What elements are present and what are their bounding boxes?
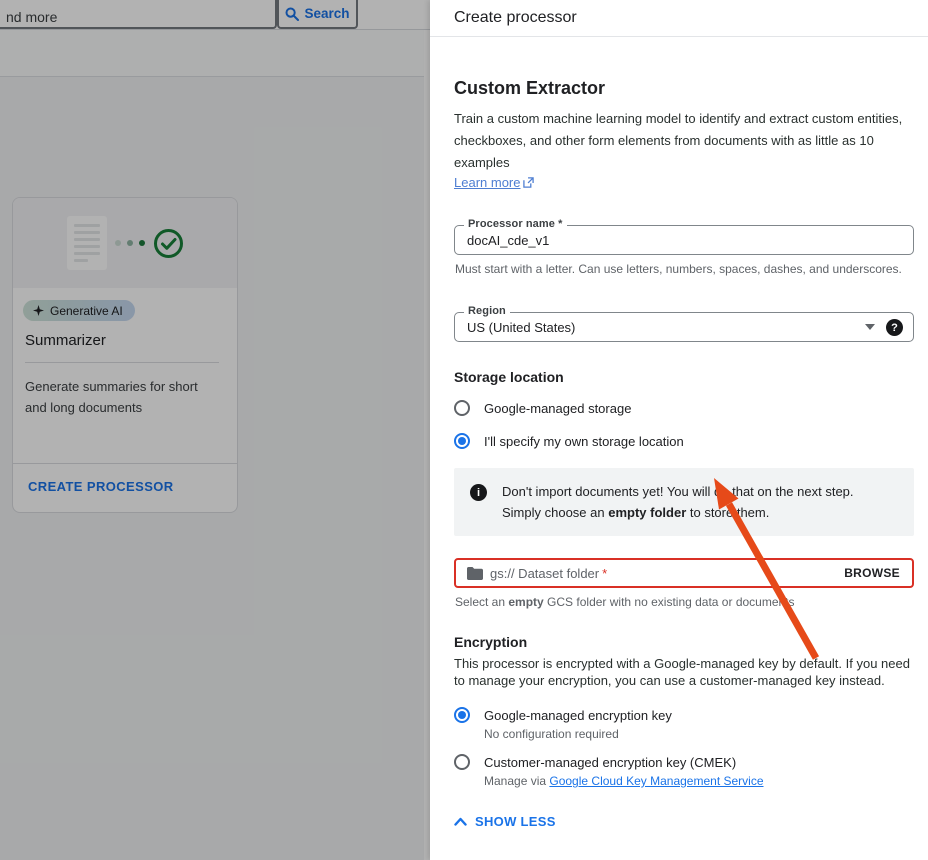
storage-option-own-location[interactable]: I'll specify my own storage location bbox=[454, 431, 914, 451]
encryption-option-label: Customer-managed encryption key (CMEK) bbox=[484, 755, 736, 770]
show-less-toggle[interactable]: SHOW LESS bbox=[454, 814, 556, 829]
storage-option-label: Google-managed storage bbox=[484, 401, 631, 416]
panel-title: Create processor bbox=[430, 0, 928, 37]
learn-more-link[interactable]: Learn more bbox=[454, 175, 534, 190]
storage-location-heading: Storage location bbox=[454, 369, 914, 385]
encryption-description: This processor is encrypted with a Googl… bbox=[454, 655, 914, 689]
kms-link[interactable]: Google Cloud Key Management Service bbox=[549, 774, 763, 788]
dataset-folder-helper: Select an empty GCS folder with no exist… bbox=[455, 595, 914, 609]
create-processor-panel: Create processor Custom Extractor Train … bbox=[430, 0, 928, 860]
encryption-heading: Encryption bbox=[454, 634, 914, 650]
processor-name-helper: Must start with a letter. Can use letter… bbox=[455, 262, 914, 276]
processor-type-heading: Custom Extractor bbox=[454, 78, 914, 99]
chevron-down-icon bbox=[865, 324, 875, 330]
encryption-option-cmek[interactable]: Customer-managed encryption key (CMEK) bbox=[454, 752, 914, 772]
required-asterisk: * bbox=[602, 566, 607, 581]
dataset-folder-placeholder: gs:// Dataset folder bbox=[490, 566, 599, 581]
processor-name-label: Processor name * bbox=[464, 218, 567, 230]
modal-scrim[interactable] bbox=[0, 0, 430, 860]
radio-unselected-icon[interactable] bbox=[454, 400, 470, 416]
region-help-icon[interactable]: ? bbox=[886, 319, 903, 336]
processor-name-field[interactable]: Processor name * docAI_cde_v1 bbox=[454, 225, 914, 255]
radio-selected-icon[interactable] bbox=[454, 433, 470, 449]
storage-option-label: I'll specify my own storage location bbox=[484, 434, 684, 449]
region-label: Region bbox=[464, 305, 510, 317]
info-banner-text: Don't import documents yet! You will do … bbox=[502, 481, 884, 523]
radio-selected-icon[interactable] bbox=[454, 707, 470, 723]
region-value: US (United States) bbox=[467, 320, 575, 335]
dataset-folder-field[interactable]: gs:// Dataset folder * BROWSE bbox=[454, 558, 914, 588]
info-banner: i Don't import documents yet! You will d… bbox=[454, 468, 914, 536]
processor-name-value: docAI_cde_v1 bbox=[467, 233, 549, 248]
info-icon: i bbox=[470, 484, 487, 501]
storage-option-google-managed[interactable]: Google-managed storage bbox=[454, 398, 914, 418]
learn-more-label: Learn more bbox=[454, 175, 520, 190]
region-select[interactable]: Region US (United States) ? bbox=[454, 312, 914, 342]
folder-icon bbox=[467, 567, 483, 580]
encryption-option-sub: No configuration required bbox=[484, 727, 914, 741]
encryption-option-google[interactable]: Google-managed encryption key bbox=[454, 705, 914, 725]
radio-unselected-icon[interactable] bbox=[454, 754, 470, 770]
show-less-label: SHOW LESS bbox=[475, 814, 556, 829]
processor-type-description: Train a custom machine learning model to… bbox=[454, 108, 914, 174]
external-link-icon bbox=[523, 177, 534, 188]
encryption-cmek-sub: Manage via Google Cloud Key Management S… bbox=[484, 774, 914, 788]
chevron-up-icon bbox=[454, 817, 467, 826]
encryption-option-label: Google-managed encryption key bbox=[484, 708, 672, 723]
browse-button[interactable]: BROWSE bbox=[844, 566, 900, 580]
